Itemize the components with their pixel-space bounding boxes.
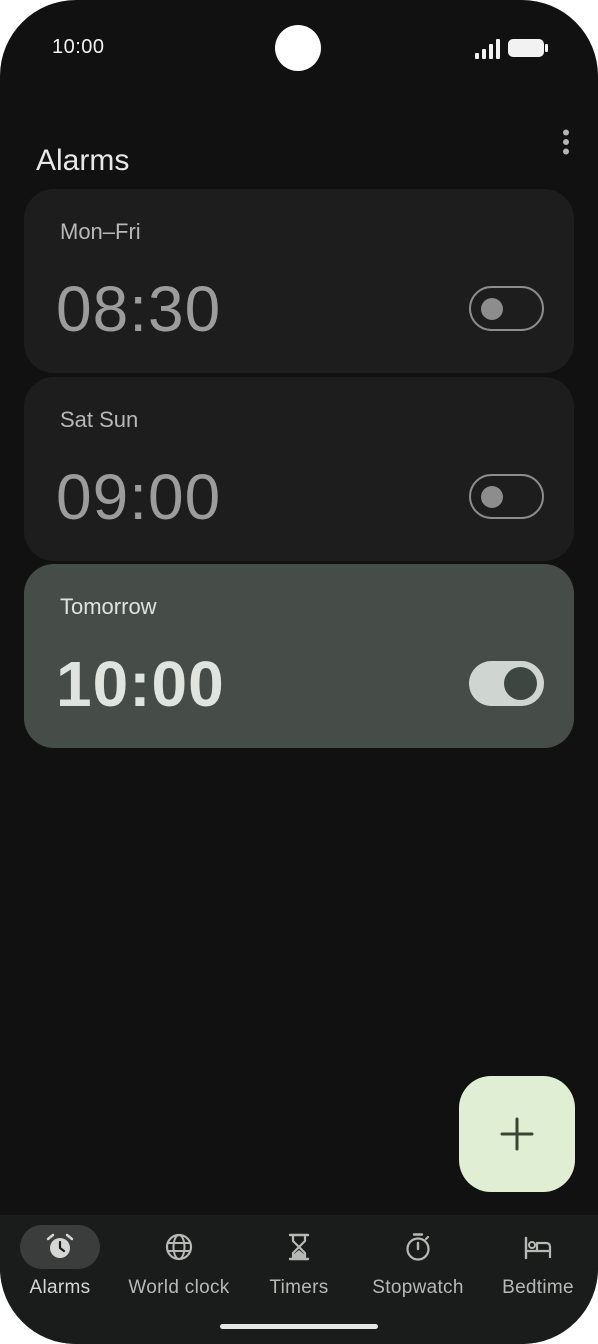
add-alarm-button[interactable] <box>459 1076 575 1192</box>
nav-label: Timers <box>269 1277 329 1298</box>
nav-item-alarms[interactable]: Alarms <box>0 1215 120 1315</box>
globe-icon <box>165 1233 193 1261</box>
alarm-time[interactable]: 10:00 <box>56 648 225 720</box>
alarm-toggle[interactable] <box>469 474 544 519</box>
nav-item-timers[interactable]: Timers <box>239 1215 359 1315</box>
alarm-time[interactable]: 08:30 <box>56 273 221 345</box>
signal-icon <box>475 39 500 59</box>
front-camera <box>275 25 321 71</box>
more-vert-icon <box>563 129 569 155</box>
bed-icon <box>524 1236 552 1260</box>
alarm-days: Tomorrow <box>60 594 157 619</box>
status-bar: 10:00 <box>0 0 598 96</box>
more-options-button[interactable] <box>548 122 584 162</box>
nav-item-stopwatch[interactable]: Stopwatch <box>358 1215 478 1315</box>
nav-label: Alarms <box>29 1277 91 1298</box>
stopwatch-icon <box>406 1233 430 1261</box>
battery-icon <box>508 39 548 57</box>
alarm-time[interactable]: 09:00 <box>56 461 221 533</box>
page-title: Alarms <box>36 144 130 178</box>
alarm-clock-icon <box>46 1233 74 1258</box>
phone-screen: 10:00 Alarms Mon–Fri 08:30 Sat Sun 09:00 <box>0 0 598 1344</box>
plus-icon <box>500 1117 534 1151</box>
nav-item-bedtime[interactable]: Bedtime <box>478 1215 598 1315</box>
alarm-card[interactable]: Mon–Fri 08:30 <box>24 189 574 373</box>
alarm-card[interactable]: Tomorrow 10:00 <box>24 564 574 748</box>
nav-label: Bedtime <box>502 1277 574 1298</box>
nav-label: Stopwatch <box>372 1277 464 1298</box>
alarm-days: Sat Sun <box>60 407 139 432</box>
toggle-knob <box>481 486 503 508</box>
alarm-toggle[interactable] <box>469 286 544 331</box>
home-indicator[interactable] <box>220 1324 378 1329</box>
nav-label: World clock <box>128 1277 230 1298</box>
toggle-knob <box>481 298 503 320</box>
hourglass-icon <box>288 1233 310 1261</box>
nav-item-world-clock[interactable]: World clock <box>119 1215 239 1315</box>
toggle-knob <box>504 667 537 700</box>
alarm-card[interactable]: Sat Sun 09:00 <box>24 377 574 561</box>
alarm-days: Mon–Fri <box>60 219 141 244</box>
alarm-toggle[interactable] <box>469 661 544 706</box>
status-time: 10:00 <box>52 36 105 58</box>
